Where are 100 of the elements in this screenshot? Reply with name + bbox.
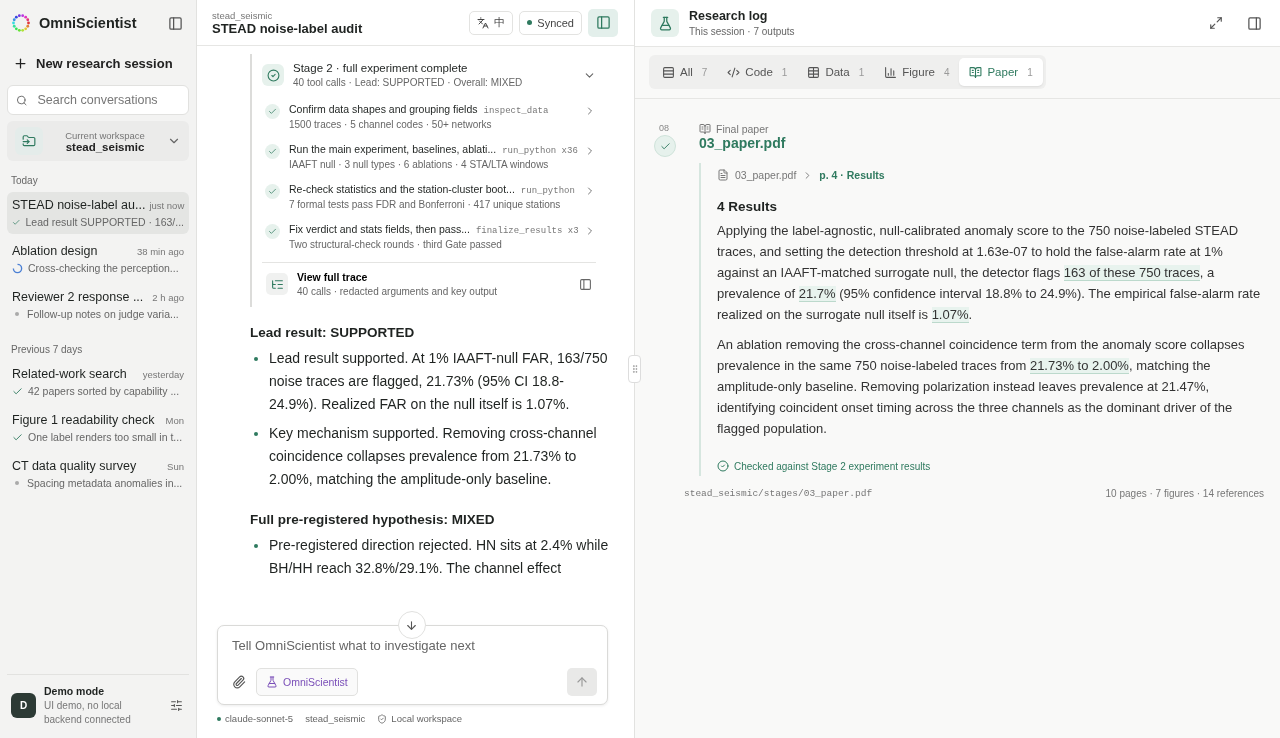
- session-item[interactable]: Reviewer 2 response ... 2 h ago Follow-up notes on judge varia...: [7, 284, 189, 326]
- result-heading: Full pre-registered hypothesis: MIXED: [250, 512, 496, 527]
- bullet-text: Lead result supported. At 1% IAAFT-null FAR, 163/750 noise traces are flagged, 21.73% (95% CI 18.8-24.9%). Realized FAR on the null itself is 1.07%.: [269, 349, 609, 414]
- settings-button[interactable]: [168, 697, 185, 714]
- tool-name: run_python x36: [502, 146, 578, 156]
- verification-note: Checked against Stage 2 experiment results: [734, 460, 931, 472]
- session-item[interactable]: Figure 1 readability check Mon One label renders too small in t...: [7, 407, 189, 449]
- model-label: claude-sonnet-5: [217, 713, 294, 724]
- stage-summary: 40 tool calls · Lead: SUPPORTED · Overall: MIXED: [293, 77, 524, 88]
- session-summary: 42 papers sorted by capability ...: [28, 385, 180, 397]
- panel-icon: [168, 15, 183, 31]
- flask-icon: [651, 9, 679, 37]
- search-icon: [16, 93, 28, 107]
- session-item[interactable]: Related-work search yesterday 42 papers sorted by capability ...: [7, 361, 189, 403]
- agent-chip[interactable]: OmniScientist: [256, 668, 358, 696]
- session-summary: Lead result SUPPORTED · 163/...: [25, 216, 184, 228]
- session-title: CT data quality survey: [12, 459, 137, 473]
- session-title: Figure 1 readability check: [12, 413, 155, 427]
- check-icon: [12, 431, 23, 443]
- new-session-button[interactable]: New research session: [7, 48, 189, 79]
- check-icon: [265, 104, 280, 119]
- stage-title: Stage 2 · full experiment complete: [293, 62, 469, 74]
- expand-button[interactable]: [1207, 14, 1225, 32]
- breadcrumb-file[interactable]: 03_paper.pdf: [735, 169, 797, 181]
- panel-toggle-button[interactable]: [588, 8, 618, 37]
- status-dot: [15, 481, 19, 485]
- file-link[interactable]: 03_paper.pdf: [699, 135, 1264, 157]
- section-heading: 4 Results: [717, 199, 779, 214]
- bullet-dot: [254, 357, 258, 361]
- paper-paragraph: Applying the label-agnostic, null-calibrated anomaly score to the 750 noise-labeled STEAD traces, and setting the detection threshold at 1.63e-07 to hold the false-alarm rate at 1% against an IAAFT-matched surrogate null, the detector flags 163 of these 750 traces, a prevalence of 21.7% (95% confidence interval 18.8% to 24.9%). The empirical false-alarm rate realized on the surrogate null itself is 1.07%.: [717, 222, 1262, 325]
- step-title: Confirm data shapes and grouping fields: [289, 103, 478, 115]
- bullet-text: Pre-registered direction rejected. HN sits at 2.4% while BH/HH reach 32.8%/29.1%. The channel effect: [269, 536, 610, 578]
- step-summary: 1500 traces · 5 channel codes · 50+ networks: [289, 119, 493, 130]
- shield-icon: [377, 713, 388, 724]
- check-circle-icon: [654, 135, 676, 157]
- entry-type: Final paper: [716, 123, 769, 135]
- folder-icon: [15, 127, 43, 155]
- bullet-text: Key mechanism supported. Removing cross-channel coincidence collapses prevalence from 21.73% to 2.00%, matching the amplitude-only baseline.: [269, 424, 598, 489]
- session-time: Mon: [165, 415, 184, 426]
- tool-name: inspect_data: [483, 106, 549, 116]
- session-title: Related-work search: [12, 367, 127, 381]
- bullet-dot: [254, 544, 258, 548]
- panel-icon: [579, 277, 592, 291]
- filter-tab[interactable]: Code 1: [717, 58, 798, 86]
- breadcrumb-section[interactable]: p. 4 · Results: [819, 169, 885, 181]
- panel-subtitle: This session · 7 outputs: [689, 26, 796, 37]
- step-title: Re-check statistics and the station-cluster boot...: [289, 183, 515, 195]
- flask-icon: [266, 676, 278, 688]
- filter-tab[interactable]: Figure 4: [874, 58, 960, 86]
- filter-tab[interactable]: Data 1: [797, 58, 875, 86]
- entry-number: 08: [658, 123, 670, 135]
- chat-title: STEAD noise-label audit: [212, 20, 364, 36]
- group-heading: Previous 7 days: [10, 343, 84, 357]
- group-heading: Today: [10, 174, 39, 188]
- search-field[interactable]: Search conversations: [35, 92, 180, 108]
- workspace-breadcrumb: stead_seismic: [212, 9, 274, 21]
- step-summary: 7 formal tests pass FDR and Bonferroni · 417 unique stations: [289, 199, 562, 210]
- session-time: yesterday: [142, 369, 184, 380]
- session-item[interactable]: CT data quality survey Sun Spacing metadata anomalies in...: [7, 453, 189, 495]
- step-summary: IAAFT null · 3 null types · 6 ablations · 4 STA/LTA windows: [289, 159, 550, 170]
- step-title: Fix verdict and stats fields, then pass...: [289, 223, 470, 235]
- session-time: just now: [149, 200, 185, 211]
- spinner-icon: [12, 262, 23, 274]
- user-avatar: D: [11, 693, 36, 718]
- resize-handle[interactable]: [628, 355, 641, 383]
- step-summary: Two structural-check rounds · third Gate passed: [289, 239, 503, 250]
- filter-tab[interactable]: Paper 1: [959, 58, 1043, 86]
- app-name: OmniScientist: [39, 15, 138, 31]
- plus-icon: [13, 56, 28, 71]
- session-summary: Follow-up notes on judge varia...: [27, 308, 179, 320]
- panel-title: Research log: [689, 9, 769, 23]
- workspace-label: stead_seismic: [305, 713, 366, 724]
- check-icon: [265, 144, 280, 159]
- file-path: stead_seismic/stages/03_paper.pdf: [684, 488, 873, 499]
- attach-button[interactable]: [230, 673, 248, 691]
- search-box[interactable]: Search conversations: [7, 85, 189, 115]
- workspace-selector[interactable]: Current workspace stead_seismic: [7, 121, 189, 161]
- session-item[interactable]: STEAD noise-label au... just now Lead result SUPPORTED · 163/...: [7, 192, 189, 234]
- filter-tab[interactable]: All 7: [652, 58, 718, 86]
- paperclip-icon: [232, 675, 246, 689]
- session-time: 38 min ago: [137, 246, 184, 257]
- logo-icon: [11, 13, 31, 33]
- status-dot: [15, 312, 19, 316]
- step-title: Run the main experiment, baselines, ablati...: [289, 143, 497, 155]
- paper-paragraph: An ablation removing the cross-channel coincidence term from the anomaly score collapses prevalence in the same 750 noise-labeled traces from 21.73% to 2.00%, matching the amplitude-only baseline. Removing polarization instead leaves prevalence at 21.47%, identifying coincident onset timing across the three channels as the dominant driver of the flagged population.: [717, 336, 1246, 438]
- language-button[interactable]: 中: [469, 10, 514, 35]
- code-icon: [727, 65, 741, 79]
- paper-stats: 10 pages · 7 figures · 14 references: [1105, 488, 1264, 499]
- sliders-icon: [170, 699, 183, 712]
- session-title: STEAD noise-label au...: [12, 198, 146, 212]
- arrow-down-icon: [405, 618, 418, 632]
- tool-name: finalize_results x3: [475, 226, 579, 236]
- panel-icon: [595, 15, 611, 30]
- scroll-down-button[interactable]: [397, 611, 426, 639]
- view-trace-button[interactable]: View full trace 40 calls · redacted arguments and key output: [262, 262, 596, 297]
- check-icon: [265, 224, 280, 239]
- check-icon: [12, 385, 23, 397]
- session-item[interactable]: Ablation design 38 min ago Cross-checking the perception...: [7, 238, 189, 280]
- session-title: Ablation design: [12, 244, 98, 258]
- list-icon: [662, 65, 675, 79]
